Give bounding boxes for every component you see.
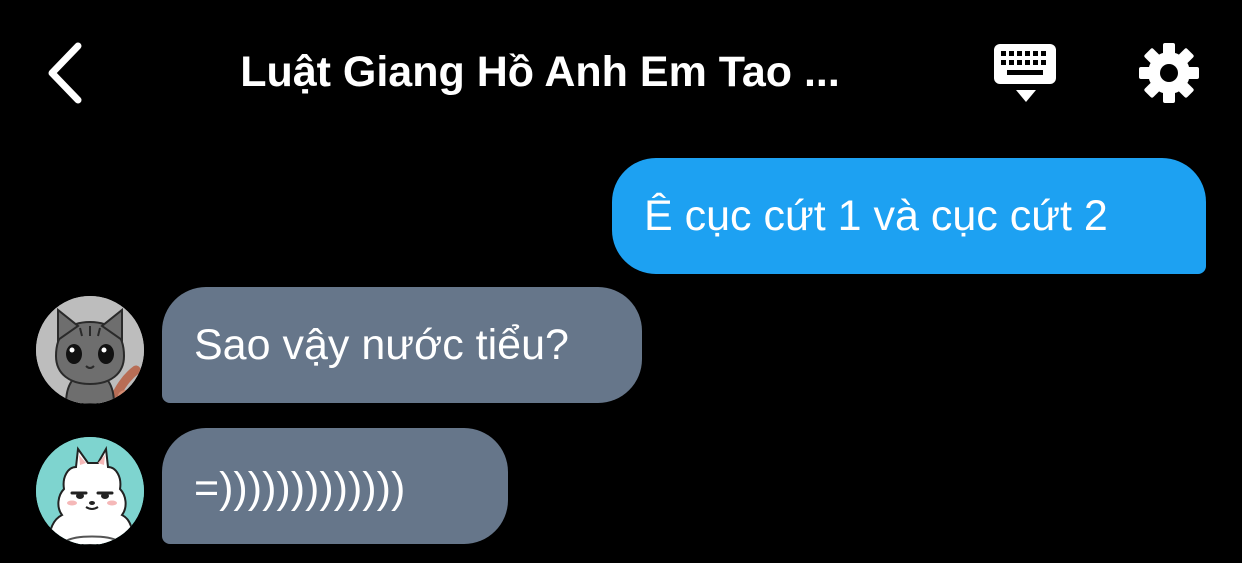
keyboard-button[interactable] bbox=[988, 40, 1064, 106]
back-button[interactable] bbox=[40, 38, 96, 108]
chat-screen: Luật Giang Hồ Anh Em Tao ... Ê cục cứt 1… bbox=[0, 0, 1242, 563]
message-bubble-incoming[interactable]: =))))))))))))) bbox=[162, 428, 508, 544]
message-text: Sao vậy nước tiểu? bbox=[194, 321, 569, 369]
white-dog-avatar bbox=[36, 437, 144, 545]
gray-cat-avatar bbox=[36, 296, 144, 404]
message-bubble-outgoing[interactable]: Ê cục cứt 1 và cục cứt 2 bbox=[612, 158, 1206, 274]
message-text: =))))))))))))) bbox=[194, 464, 406, 512]
chevron-left-icon bbox=[48, 42, 82, 104]
avatar[interactable] bbox=[36, 437, 144, 545]
chat-title[interactable]: Luật Giang Hồ Anh Em Tao ... bbox=[150, 44, 930, 100]
gear-icon bbox=[1139, 43, 1199, 103]
settings-button[interactable] bbox=[1136, 40, 1202, 106]
message-bubble-incoming[interactable]: Sao vậy nước tiểu? bbox=[162, 287, 642, 403]
keyboard-icon bbox=[994, 44, 1056, 102]
message-text: Ê cục cứt 1 và cục cứt 2 bbox=[644, 192, 1108, 240]
avatar[interactable] bbox=[36, 296, 144, 404]
